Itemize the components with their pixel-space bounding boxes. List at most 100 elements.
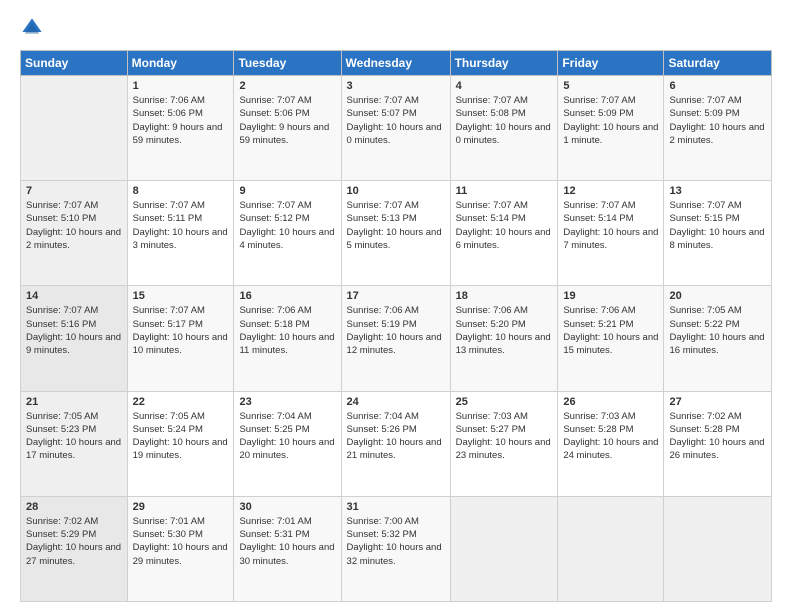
day-info: Sunrise: 7:07 AMSunset: 5:16 PMDaylight:…: [26, 304, 122, 357]
day-info: Sunrise: 7:07 AMSunset: 5:09 PMDaylight:…: [669, 94, 766, 147]
calendar-page: SundayMondayTuesdayWednesdayThursdayFrid…: [0, 0, 792, 612]
calendar-week-row: 7 Sunrise: 7:07 AMSunset: 5:10 PMDaylight…: [21, 181, 772, 286]
calendar-cell: 13Sunrise: 7:07 AMSunset: 5:15 PMDayligh…: [664, 181, 772, 286]
day-info: Sunrise: 7:05 AMSunset: 5:23 PMDaylight:…: [26, 410, 122, 463]
day-info: Sunrise: 7:02 AMSunset: 5:28 PMDaylight:…: [669, 410, 766, 463]
day-info: Sunrise: 7:05 AMSunset: 5:24 PMDaylight:…: [133, 410, 229, 463]
day-info: Sunrise: 7:01 AMSunset: 5:31 PMDaylight:…: [239, 515, 335, 568]
day-number: 12: [563, 185, 658, 197]
day-number: 1: [133, 80, 229, 92]
calendar-cell: 8Sunrise: 7:07 AMSunset: 5:11 PMDaylight…: [127, 181, 234, 286]
calendar-cell: 1 Sunrise: 7:06 AMSunset: 5:06 PMDaylight…: [127, 76, 234, 181]
day-number: 11: [456, 185, 553, 197]
calendar-cell: 29 Sunrise: 7:01 AMSunset: 5:30 PMDayligh…: [127, 496, 234, 601]
day-number: 3: [347, 80, 445, 92]
day-number: 5: [563, 80, 658, 92]
day-number: 16: [239, 290, 335, 302]
calendar-cell: 4 Sunrise: 7:07 AMSunset: 5:08 PMDaylight…: [450, 76, 558, 181]
calendar-table: SundayMondayTuesdayWednesdayThursdayFrid…: [20, 50, 772, 602]
day-number: 29: [133, 501, 229, 513]
day-info: Sunrise: 7:06 AMSunset: 5:18 PMDaylight:…: [239, 304, 335, 357]
calendar-cell: 5 Sunrise: 7:07 AMSunset: 5:09 PMDaylight…: [558, 76, 664, 181]
logo: [20, 16, 48, 40]
day-info: Sunrise: 7:03 AMSunset: 5:28 PMDaylight:…: [563, 410, 658, 463]
day-info: Sunrise: 7:04 AMSunset: 5:25 PMDaylight:…: [239, 410, 335, 463]
day-number: 2: [239, 80, 335, 92]
day-info: Sunrise: 7:01 AMSunset: 5:30 PMDaylight:…: [133, 515, 229, 568]
day-number: 14: [26, 290, 122, 302]
day-number: 18: [456, 290, 553, 302]
day-info: Sunrise: 7:07 AMSunset: 5:13 PMDaylight:…: [347, 199, 445, 252]
day-info: Sunrise: 7:03 AMSunset: 5:27 PMDaylight:…: [456, 410, 553, 463]
day-info: Sunrise: 7:07 AMSunset: 5:14 PMDaylight:…: [456, 199, 553, 252]
day-info: Sunrise: 7:07 AMSunset: 5:07 PMDaylight:…: [347, 94, 445, 147]
calendar-cell: 24Sunrise: 7:04 AMSunset: 5:26 PMDayligh…: [341, 391, 450, 496]
calendar-cell: 23 Sunrise: 7:04 AMSunset: 5:25 PMDayligh…: [234, 391, 341, 496]
day-number: 19: [563, 290, 658, 302]
day-number: 22: [133, 396, 229, 408]
day-info: Sunrise: 7:07 AMSunset: 5:08 PMDaylight:…: [456, 94, 553, 147]
day-number: 31: [347, 501, 445, 513]
day-number: 30: [239, 501, 335, 513]
weekday-header-monday: Monday: [127, 51, 234, 76]
day-number: 4: [456, 80, 553, 92]
day-number: 10: [347, 185, 445, 197]
calendar-cell: 25 Sunrise: 7:03 AMSunset: 5:27 PMDayligh…: [450, 391, 558, 496]
calendar-cell: 22 Sunrise: 7:05 AMSunset: 5:24 PMDayligh…: [127, 391, 234, 496]
day-info: Sunrise: 7:06 AMSunset: 5:21 PMDaylight:…: [563, 304, 658, 357]
calendar-cell: [558, 496, 664, 601]
calendar-cell: 19 Sunrise: 7:06 AMSunset: 5:21 PMDayligh…: [558, 286, 664, 391]
day-number: 20: [669, 290, 766, 302]
calendar-week-row: 14 Sunrise: 7:07 AMSunset: 5:16 PMDayligh…: [21, 286, 772, 391]
calendar-cell: 10 Sunrise: 7:07 AMSunset: 5:13 PMDayligh…: [341, 181, 450, 286]
calendar-cell: [450, 496, 558, 601]
calendar-cell: 14 Sunrise: 7:07 AMSunset: 5:16 PMDayligh…: [21, 286, 128, 391]
calendar-week-row: 1 Sunrise: 7:06 AMSunset: 5:06 PMDaylight…: [21, 76, 772, 181]
calendar-cell: 18 Sunrise: 7:06 AMSunset: 5:20 PMDayligh…: [450, 286, 558, 391]
calendar-cell: 27 Sunrise: 7:02 AMSunset: 5:28 PMDayligh…: [664, 391, 772, 496]
calendar-cell: 20 Sunrise: 7:05 AMSunset: 5:22 PMDayligh…: [664, 286, 772, 391]
calendar-cell: 15Sunrise: 7:07 AMSunset: 5:17 PMDayligh…: [127, 286, 234, 391]
day-info: Sunrise: 7:07 AMSunset: 5:09 PMDaylight:…: [563, 94, 658, 147]
day-number: 27: [669, 396, 766, 408]
weekday-header-friday: Friday: [558, 51, 664, 76]
calendar-cell: 12Sunrise: 7:07 AMSunset: 5:14 PMDayligh…: [558, 181, 664, 286]
day-info: Sunrise: 7:05 AMSunset: 5:22 PMDaylight:…: [669, 304, 766, 357]
calendar-cell: [21, 76, 128, 181]
calendar-cell: 30 Sunrise: 7:01 AMSunset: 5:31 PMDayligh…: [234, 496, 341, 601]
weekday-header-saturday: Saturday: [664, 51, 772, 76]
day-number: 26: [563, 396, 658, 408]
calendar-cell: 3 Sunrise: 7:07 AMSunset: 5:07 PMDaylight…: [341, 76, 450, 181]
weekday-header-sunday: Sunday: [21, 51, 128, 76]
day-number: 15: [133, 290, 229, 302]
day-number: 23: [239, 396, 335, 408]
calendar-cell: 21 Sunrise: 7:05 AMSunset: 5:23 PMDayligh…: [21, 391, 128, 496]
calendar-cell: 17Sunrise: 7:06 AMSunset: 5:19 PMDayligh…: [341, 286, 450, 391]
day-info: Sunrise: 7:07 AMSunset: 5:11 PMDaylight:…: [133, 199, 229, 252]
weekday-header-tuesday: Tuesday: [234, 51, 341, 76]
day-info: Sunrise: 7:06 AMSunset: 5:06 PMDaylight:…: [133, 94, 229, 147]
calendar-cell: 6 Sunrise: 7:07 AMSunset: 5:09 PMDaylight…: [664, 76, 772, 181]
day-number: 21: [26, 396, 122, 408]
calendar-cell: 2Sunrise: 7:07 AMSunset: 5:06 PMDaylight…: [234, 76, 341, 181]
calendar-cell: 26 Sunrise: 7:03 AMSunset: 5:28 PMDayligh…: [558, 391, 664, 496]
calendar-cell: 16 Sunrise: 7:06 AMSunset: 5:18 PMDayligh…: [234, 286, 341, 391]
calendar-cell: [664, 496, 772, 601]
calendar-cell: 28Sunrise: 7:02 AMSunset: 5:29 PMDayligh…: [21, 496, 128, 601]
day-info: Sunrise: 7:06 AMSunset: 5:20 PMDaylight:…: [456, 304, 553, 357]
day-info: Sunrise: 7:07 AMSunset: 5:12 PMDaylight:…: [239, 199, 335, 252]
day-number: 24: [347, 396, 445, 408]
header: [20, 16, 772, 40]
weekday-header-wednesday: Wednesday: [341, 51, 450, 76]
day-info: Sunrise: 7:07 AMSunset: 5:10 PMDaylight:…: [26, 199, 122, 252]
day-info: Sunrise: 7:07 AMSunset: 5:15 PMDaylight:…: [669, 199, 766, 252]
calendar-cell: 31 Sunrise: 7:00 AMSunset: 5:32 PMDayligh…: [341, 496, 450, 601]
day-info: Sunrise: 7:00 AMSunset: 5:32 PMDaylight:…: [347, 515, 445, 568]
calendar-cell: 11 Sunrise: 7:07 AMSunset: 5:14 PMDayligh…: [450, 181, 558, 286]
calendar-week-row: 21 Sunrise: 7:05 AMSunset: 5:23 PMDayligh…: [21, 391, 772, 496]
day-number: 7: [26, 185, 122, 197]
day-number: 25: [456, 396, 553, 408]
day-number: 6: [669, 80, 766, 92]
logo-icon: [20, 16, 44, 40]
calendar-cell: 7 Sunrise: 7:07 AMSunset: 5:10 PMDaylight…: [21, 181, 128, 286]
